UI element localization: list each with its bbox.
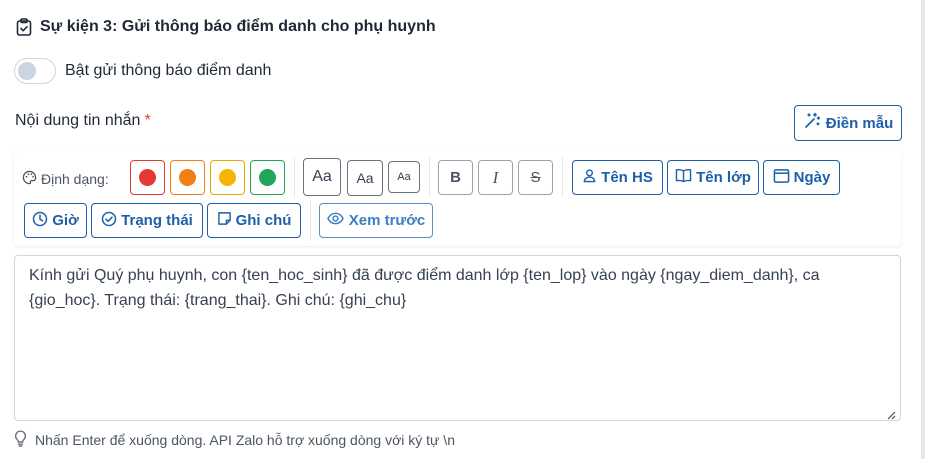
insert-status-label: Trạng thái — [121, 212, 193, 229]
toolbar-divider — [429, 157, 430, 197]
notification-toggle-row: Bật gửi thông báo điểm danh — [14, 58, 271, 84]
font-size-medium-button[interactable]: Aa — [347, 160, 383, 196]
calendar-icon — [773, 168, 794, 188]
insert-note-button[interactable]: Ghi chú — [207, 203, 301, 238]
toggle-knob — [18, 62, 36, 80]
color-swatch-yellow — [219, 169, 236, 186]
color-green-button[interactable] — [250, 160, 285, 195]
fill-template-label: Điền mẫu — [825, 114, 894, 132]
event-header: Sự kiện 3: Gửi thông báo điểm danh cho p… — [16, 16, 436, 38]
italic-button[interactable]: I — [478, 160, 513, 195]
palette-icon — [22, 170, 41, 188]
font-size-large-label: Aa — [312, 168, 332, 185]
color-swatch-red — [139, 169, 156, 186]
fill-template-button[interactable]: Điền mẫu — [794, 105, 902, 141]
font-size-small-button[interactable]: Aa — [388, 161, 420, 193]
format-label: Định dạng: — [22, 169, 109, 189]
color-red-button[interactable] — [130, 160, 165, 195]
clock-icon — [32, 211, 52, 231]
insert-student-name-button[interactable]: Tên HS — [572, 160, 663, 195]
check-circle-icon — [101, 211, 121, 231]
sticky-note-icon — [217, 211, 236, 230]
insert-status-button[interactable]: Trạng thái — [91, 203, 203, 238]
insert-student-name-label: Tên HS — [601, 169, 653, 186]
font-size-medium-label: Aa — [356, 170, 374, 186]
notification-toggle[interactable] — [14, 58, 56, 84]
scrollbar-track[interactable] — [921, 0, 925, 459]
font-size-small-label: Aa — [397, 171, 411, 183]
bold-button[interactable]: B — [438, 160, 473, 195]
toggle-label: Bật gửi thông báo điểm danh — [65, 62, 272, 79]
user-icon — [582, 168, 601, 187]
required-mark: * — [144, 112, 151, 129]
magic-wand-icon — [803, 112, 826, 134]
hint-row: Nhấn Enter để xuống dòng. API Zalo hỗ tr… — [14, 430, 455, 450]
italic-label: I — [492, 167, 499, 187]
insert-date-button[interactable]: Ngày — [763, 160, 840, 195]
toolbar-divider — [294, 157, 295, 197]
eye-icon — [326, 212, 349, 229]
color-swatch-green — [259, 169, 276, 186]
insert-time-label: Giờ — [52, 212, 79, 229]
strikethrough-button[interactable]: S — [518, 160, 553, 195]
color-yellow-button[interactable] — [210, 160, 245, 195]
preview-label: Xem trước — [348, 212, 426, 229]
color-orange-button[interactable] — [170, 160, 205, 195]
font-size-large-button[interactable]: Aa — [303, 158, 341, 196]
insert-class-name-button[interactable]: Tên lớp — [667, 160, 759, 195]
bold-label: B — [450, 169, 461, 186]
toolbar-divider — [562, 157, 563, 197]
clipboard-check-icon — [16, 18, 32, 36]
hint-text: Nhấn Enter để xuống dòng. API Zalo hỗ tr… — [35, 432, 455, 448]
insert-note-label: Ghi chú — [235, 212, 292, 229]
preview-button[interactable]: Xem trước — [319, 203, 433, 238]
message-content-label-text: Nội dung tin nhắn — [15, 112, 141, 129]
insert-time-button[interactable]: Giờ — [24, 203, 87, 238]
insert-class-name-label: Tên lớp — [696, 169, 751, 186]
lightbulb-icon — [14, 430, 35, 450]
message-textarea[interactable]: Kính gửi Quý phụ huynh, con {ten_hoc_sin… — [14, 255, 901, 421]
format-label-text: Định dạng: — [41, 171, 109, 187]
insert-date-label: Ngày — [793, 169, 831, 186]
message-content-label: Nội dung tin nhắn * — [15, 112, 151, 130]
color-swatch-orange — [179, 169, 196, 186]
toolbar-divider — [310, 201, 311, 241]
event-title: Sự kiện 3: Gửi thông báo điểm danh cho p… — [40, 18, 436, 35]
book-open-icon — [675, 168, 696, 187]
resize-handle-icon[interactable] — [886, 407, 896, 425]
strikethrough-label: S — [530, 169, 541, 186]
